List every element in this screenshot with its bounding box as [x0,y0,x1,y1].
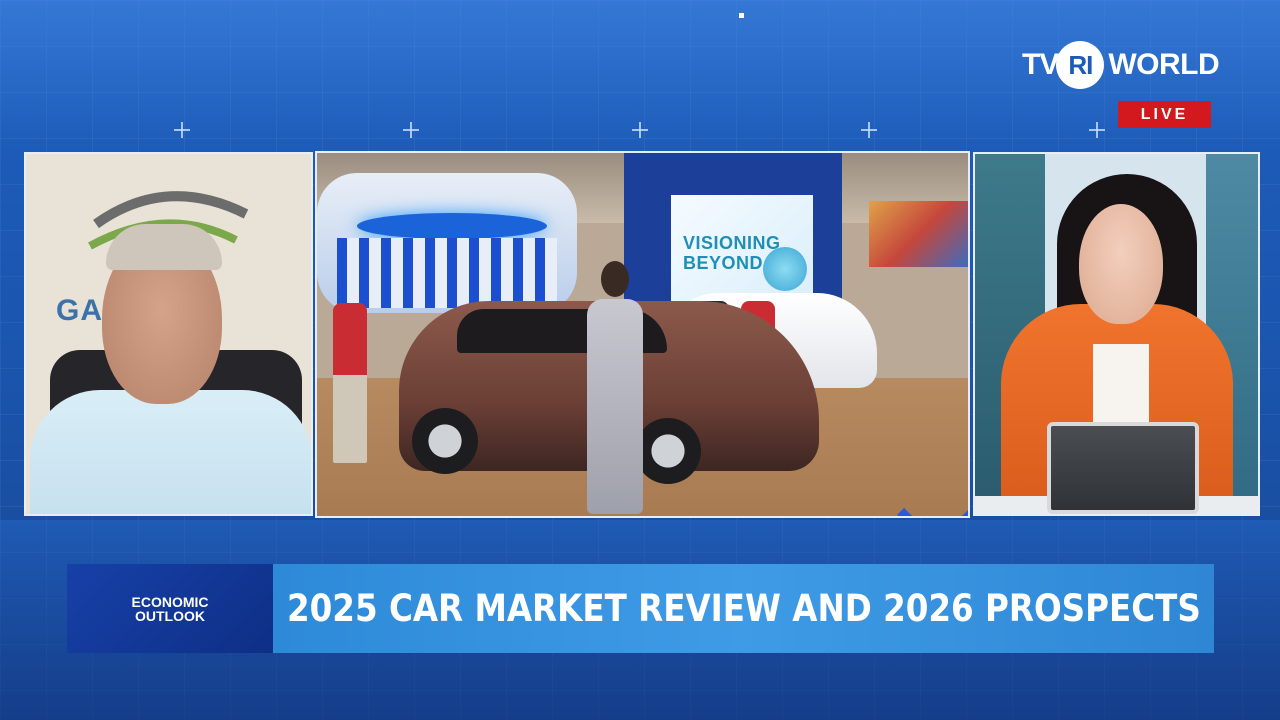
guest-video-panel: GA O [24,152,313,516]
host-face [1079,204,1163,324]
program-label-line1: ECONOMIC [131,593,209,610]
model-dress [587,299,643,514]
plus-decoration [632,122,648,138]
logo-tv-text: TV [1022,48,1059,81]
channel-logo: TV RI WORLD [1022,40,1256,90]
program-label: ECONOMIC OUTLOOK [67,564,273,653]
guest-shirt [30,390,311,514]
top-marker [739,13,744,18]
model-head [601,261,629,297]
guest-hair [106,224,222,270]
live-badge: LIVE [1118,101,1211,128]
plus-decoration [1089,122,1105,138]
colorful-billboard [869,201,968,267]
auto-show-video-panel: VISIONING BEYOND [315,151,970,518]
headline-bar: 2025 CAR MARKET REVIEW AND 2026 PROSPECT… [273,564,1214,653]
stand-pillars [337,238,557,308]
show-model [579,261,649,516]
headline-text: 2025 CAR MARKET REVIEW AND 2026 PROSPECT… [287,587,1201,630]
plus-decoration [174,122,190,138]
stand-light-ring [357,213,547,239]
host-video-panel [973,152,1260,516]
logo-world-text: WORLD [1108,48,1220,81]
visitor [333,303,367,463]
car-wheel [412,408,478,474]
plus-decoration [403,122,419,138]
program-label-line2: OUTLOOK [135,607,205,624]
host-white-top [1093,344,1149,424]
logo-ri-circle: RI [1056,41,1105,89]
plus-decoration [861,122,877,138]
globe-graphic [763,247,807,291]
tablet-device [1047,422,1199,514]
